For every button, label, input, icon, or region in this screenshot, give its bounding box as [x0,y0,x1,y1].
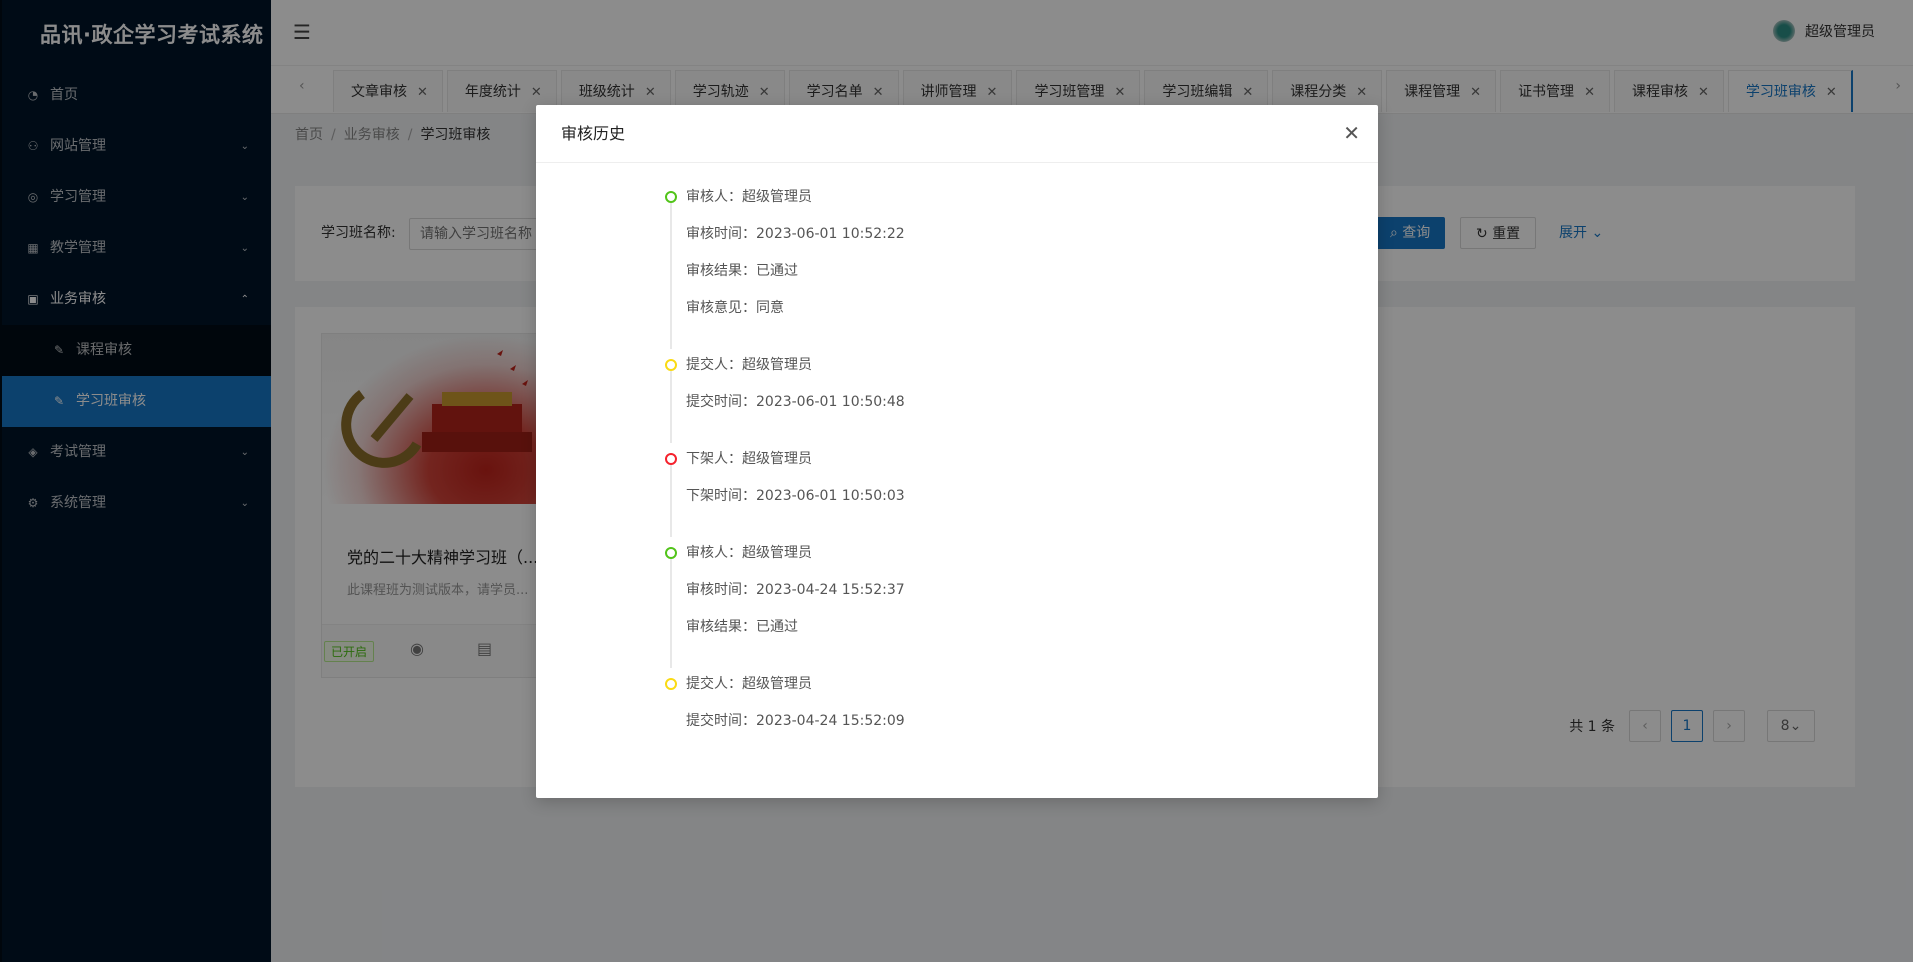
timeline-item: 下架人：超级管理员下架时间：2023-06-01 10:50:03 [664,449,1264,537]
timeline-item: 审核人：超级管理员审核时间：2023-06-01 10:52:22 审核结果：已通… [664,187,1264,349]
timeline-dot-icon [665,191,677,203]
timeline-connector [670,367,672,443]
timeline-dot-icon [665,453,677,465]
timeline-text: 提交时间：2023-04-24 15:52:09 [686,713,905,729]
timeline-text: 下架时间：2023-06-01 10:50:03 [686,488,905,504]
timeline-connector [670,199,672,349]
timeline-text: 提交人：超级管理员 [686,357,812,373]
timeline-item: 提交人：超级管理员提交时间：2023-04-24 15:52:09 [664,674,1264,748]
timeline-dot-icon [665,359,677,371]
timeline-dot-icon [665,547,677,559]
timeline-text: 审核意见：同意 [686,300,784,316]
timeline-dot-icon [665,678,677,690]
review-timeline: 审核人：超级管理员 审核时间：2023-06-01 10:52:22 审核结果：已通… [664,187,1264,768]
timeline-connector [670,555,672,668]
timeline-text: 提交人：超级管理员 [686,676,812,692]
timeline-item: 提交人：超级管理员提交时间：2023-06-01 10:50:48 [664,355,1264,443]
timeline-text: 审核结果：已通过 [686,263,798,279]
timeline-connector [670,461,672,537]
timeline-text: 下架人：超级管理员 [686,451,812,467]
timeline-text: 审核时间：2023-04-24 15:52:37 [686,582,905,598]
timeline-item: 审核人：超级管理员审核时间：2023-04-24 15:52:37 审核结果：已通… [664,543,1264,668]
modal-title: 审核历史 [536,105,1378,163]
close-icon[interactable]: ✕ [1343,119,1360,147]
timeline-text: 审核人：超级管理员 [686,545,812,561]
timeline-text: 审核人：超级管理员 [686,189,812,205]
timeline-text: 审核时间：2023-06-01 10:52:22 [686,226,905,242]
timeline-text: 提交时间：2023-06-01 10:50:48 [686,394,905,410]
review-history-modal: 审核历史 ✕ 审核人：超级管理员 审核时间：2023-06-01 10:52:22… [536,105,1378,798]
timeline-text: 审核结果：已通过 [686,619,798,635]
